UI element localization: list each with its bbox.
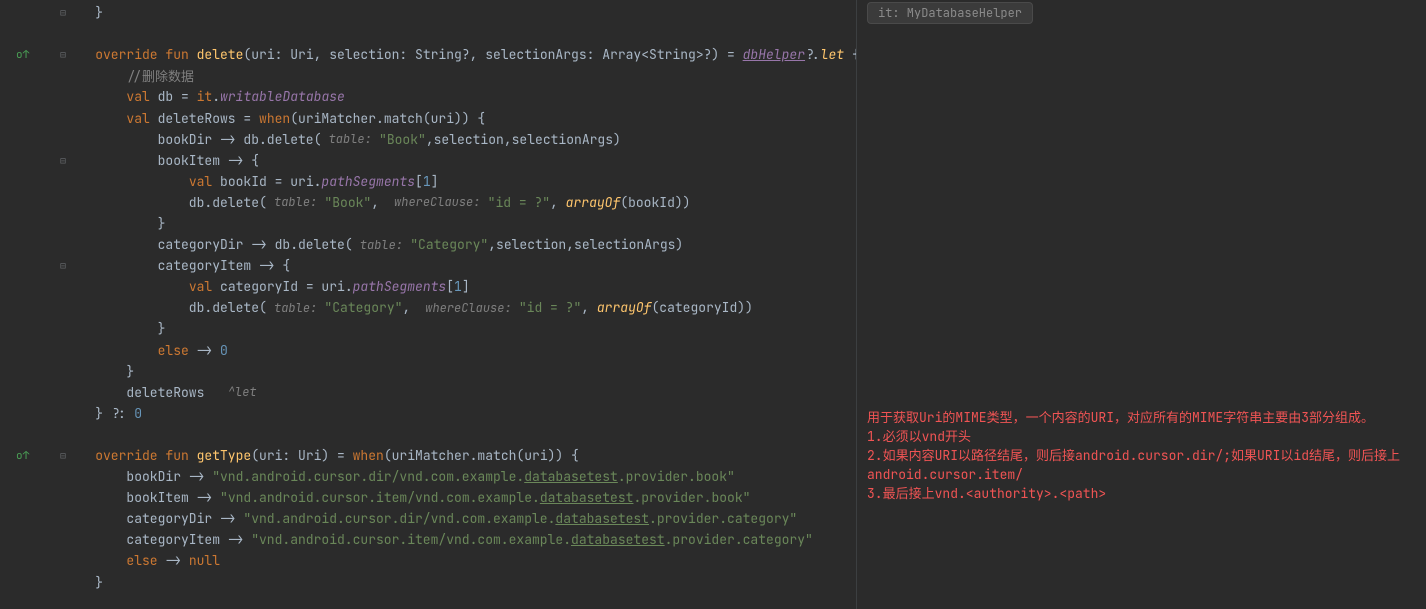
code-line: bookItem -> {	[58, 150, 856, 171]
inlay-hint: it: MyDatabaseHelper	[867, 2, 1033, 24]
code-line: val deleteRows = when(uriMatcher.match(u…	[58, 107, 856, 128]
code-line: val bookId = uri.pathSegments[1]	[58, 171, 856, 192]
code-line: }	[58, 361, 856, 382]
side-comment-line: 1.必须以vnd开头	[867, 427, 1416, 446]
code-editor[interactable]: } override fun delete(uri: Uri, selectio…	[58, 0, 856, 609]
code-line: }	[58, 318, 856, 339]
code-line: } ?: 0	[58, 403, 856, 424]
code-line	[58, 424, 856, 445]
code-line: }	[58, 2, 856, 23]
code-line: else -> null	[58, 550, 856, 571]
code-line: override fun delete(uri: Uri, selection:…	[58, 44, 856, 65]
code-line: bookDir -> "vnd.android.cursor.dir/vnd.c…	[58, 466, 856, 487]
override-mark-icon[interactable]: o↑	[16, 48, 29, 62]
code-line: db.delete( table: "Book", whereClause: "…	[58, 192, 856, 213]
code-line: deleteRows ^let	[58, 382, 856, 403]
code-line: }	[58, 213, 856, 234]
gutter: ⊟ o↑⊟ ⊟ ⊟ o↑⊟	[0, 0, 58, 609]
side-comment-line: 3.最后接上vnd.<authority>.<path>	[867, 484, 1416, 503]
code-line: val db = it.writableDatabase	[58, 86, 856, 107]
code-line: categoryDir -> "vnd.android.cursor.dir/v…	[58, 508, 856, 529]
code-line: }	[58, 572, 856, 593]
code-line: categoryItem -> {	[58, 255, 856, 276]
code-line: categoryItem -> "vnd.android.cursor.item…	[58, 529, 856, 550]
side-panel: it: MyDatabaseHelper 用于获取Uri的MIME类型，一个内容…	[856, 0, 1426, 609]
code-line: categoryDir -> db.delete( table: "Catego…	[58, 234, 856, 255]
side-comment-block: 用于获取Uri的MIME类型，一个内容的URI，对应所有的MIME字符串主要由3…	[867, 408, 1416, 503]
code-line: else -> 0	[58, 340, 856, 361]
code-line: bookDir -> db.delete( table: "Book",sele…	[58, 129, 856, 150]
side-comment-line: 2.如果内容URI以路径结尾，则后接android.cursor.dir/;如果…	[867, 446, 1416, 484]
code-line: bookItem -> "vnd.android.cursor.item/vnd…	[58, 487, 856, 508]
override-mark-icon[interactable]: o↑	[16, 449, 29, 463]
editor-wrapper: ⊟ o↑⊟ ⊟ ⊟ o↑⊟ } override fun delete(uri:	[0, 0, 1426, 609]
code-line	[58, 23, 856, 44]
code-line: db.delete( table: "Category", whereClaus…	[58, 297, 856, 318]
code-line: val categoryId = uri.pathSegments[1]	[58, 276, 856, 297]
code-line: //删除数据	[58, 65, 856, 86]
code-line: override fun getType(uri: Uri) = when(ur…	[58, 445, 856, 466]
side-comment-line: 用于获取Uri的MIME类型，一个内容的URI，对应所有的MIME字符串主要由3…	[867, 408, 1416, 427]
